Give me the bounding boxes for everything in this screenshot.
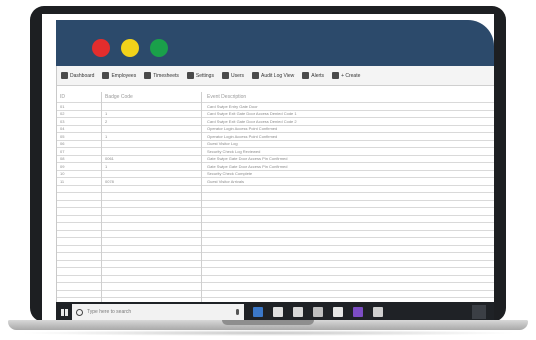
microphone-icon[interactable]: [236, 309, 239, 315]
laptop-frame: Dashboard Employees Timesheets Settings …: [0, 0, 536, 340]
table-cell[interactable]: Guest Visitor Log: [207, 141, 238, 146]
employees-icon: [102, 72, 110, 79]
create-icon: [332, 72, 340, 79]
grid-row-line: [57, 259, 494, 261]
laptop-screen: Dashboard Employees Timesheets Settings …: [42, 14, 494, 322]
grid-row-line: [57, 214, 494, 216]
search-placeholder: Type here to search: [87, 309, 132, 315]
table-cell[interactable]: 04: [60, 126, 64, 131]
laptop-notch: [222, 320, 314, 325]
grid-row-line: [57, 207, 494, 208]
table-cell[interactable]: 11: [60, 179, 64, 184]
grid-row-line: [57, 102, 494, 103]
app-toolbar: Dashboard Employees Timesheets Settings …: [57, 66, 494, 86]
maximize-dot-icon[interactable]: [150, 39, 168, 57]
toolbar-dashboard-button[interactable]: Dashboard: [57, 66, 98, 86]
column-header-id[interactable]: ID: [60, 94, 65, 100]
app-window: Dashboard Employees Timesheets Settings …: [56, 66, 494, 302]
grid-row-line: [57, 147, 494, 148]
toolbar-audit-log-button[interactable]: Audit Log View: [248, 66, 298, 86]
grid-row-line: [57, 282, 494, 283]
grid-column-line: [201, 92, 202, 302]
toolbar-alerts-button[interactable]: Alerts: [298, 66, 328, 86]
column-header-event-description[interactable]: Event Description: [207, 94, 246, 100]
start-button[interactable]: [56, 302, 72, 322]
toolbar-timesheets-button[interactable]: Timesheets: [140, 66, 183, 86]
table-cell[interactable]: 09: [60, 164, 64, 169]
taskbar-search-box[interactable]: Type here to search: [72, 304, 244, 320]
laptop-shadow: [18, 330, 518, 336]
settings-taskbar-icon[interactable]: [373, 307, 383, 317]
table-cell[interactable]: Card Swipe Exit Gate Door Access Denied …: [207, 111, 297, 116]
windows-logo-icon: [60, 308, 68, 316]
table-cell[interactable]: Security Check Complete: [207, 171, 252, 176]
grid-row-line: [57, 184, 494, 186]
grid-row-line: [57, 237, 494, 238]
table-cell[interactable]: Card Swipe Entry Gate Door: [207, 104, 258, 109]
table-cell[interactable]: 02: [60, 111, 64, 116]
task-view-icon[interactable]: [253, 307, 263, 317]
table-cell[interactable]: Gate Swipe Gate Door Access Pin Confirme…: [207, 164, 287, 169]
grid-row-line: [57, 199, 494, 201]
table-cell[interactable]: 08: [60, 156, 64, 161]
table-cell[interactable]: 05: [60, 134, 64, 139]
dashboard-icon: [61, 72, 68, 79]
table-cell[interactable]: 0061: [105, 156, 114, 161]
table-cell[interactable]: Operator Login Access Point Confirmed: [207, 134, 277, 139]
grid-row-line: [57, 289, 494, 291]
grid-row-line: [57, 177, 494, 178]
table-cell[interactable]: 10: [60, 171, 64, 176]
system-tray[interactable]: [472, 305, 486, 319]
file-explorer-icon[interactable]: [273, 307, 283, 317]
column-header-badge-code[interactable]: Badge Code: [105, 94, 133, 100]
table-cell[interactable]: 0078: [105, 179, 114, 184]
grid-row-line: [57, 244, 494, 246]
toolbar-employees-button[interactable]: Employees: [98, 66, 140, 86]
table-cell[interactable]: 2: [105, 119, 107, 124]
table-cell[interactable]: 1: [105, 111, 107, 116]
browser-icon[interactable]: [333, 307, 343, 317]
mail-icon[interactable]: [313, 307, 323, 317]
table-cell[interactable]: 06: [60, 141, 64, 146]
table-cell[interactable]: 07: [60, 149, 64, 154]
toolbar-create-button[interactable]: + Create: [328, 66, 364, 86]
app-icon[interactable]: [353, 307, 363, 317]
data-grid: ID Badge Code Event Description 01 Card S…: [57, 92, 494, 302]
table-cell[interactable]: 1: [105, 134, 107, 139]
users-icon: [221, 72, 229, 79]
table-cell[interactable]: Card Swipe Exit Gate Door Access Denied …: [207, 119, 297, 124]
store-icon[interactable]: [293, 307, 303, 317]
grid-row-line: [57, 229, 494, 231]
grid-row-line: [57, 139, 494, 141]
alerts-icon: [302, 72, 310, 79]
toolbar-users-button[interactable]: Users: [218, 66, 248, 86]
grid-row-line: [57, 274, 494, 276]
grid-row-line: [57, 297, 494, 298]
table-cell[interactable]: Operator Login Access Point Confirmed: [207, 126, 277, 131]
table-cell[interactable]: Security Check Log Reviewed: [207, 149, 260, 154]
grid-row-line: [57, 192, 494, 193]
toolbar-settings-button[interactable]: Settings: [183, 66, 218, 86]
search-icon: [76, 308, 83, 316]
settings-icon: [186, 72, 194, 79]
taskbar: Type here to search: [56, 302, 494, 322]
table-cell[interactable]: Gate Swipe Gate Door Access Pin Confirme…: [207, 156, 287, 161]
timesheets-icon: [144, 72, 152, 79]
grid-row-line: [57, 169, 494, 171]
table-cell[interactable]: 03: [60, 119, 64, 124]
table-cell[interactable]: 1: [105, 164, 107, 169]
close-dot-icon[interactable]: [92, 39, 110, 57]
grid-row-line: [57, 252, 494, 253]
table-cell[interactable]: 01: [60, 104, 64, 109]
grid-column-line: [101, 92, 102, 302]
table-cell[interactable]: Guest Visitor Arrivals: [207, 179, 244, 184]
audit-log-icon: [252, 72, 260, 79]
grid-row-line: [57, 222, 494, 223]
grid-row-line: [57, 267, 494, 268]
minimize-dot-icon[interactable]: [121, 39, 139, 57]
